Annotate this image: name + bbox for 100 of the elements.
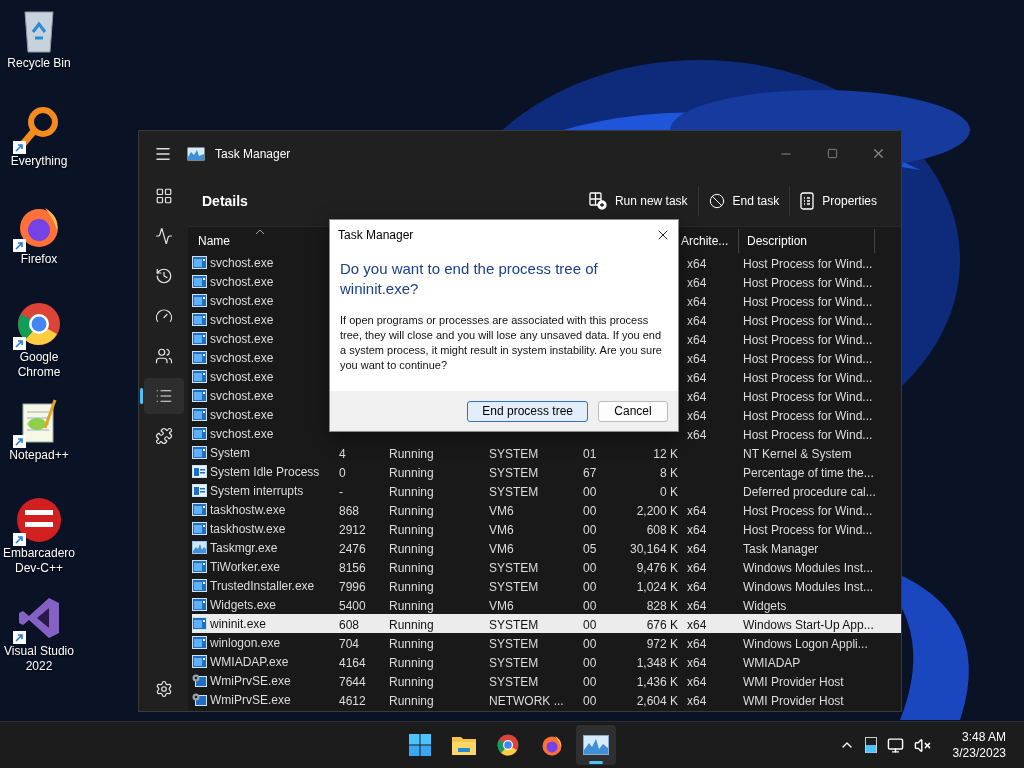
table-cell: - — [339, 484, 343, 499]
table-cell: 4164 — [339, 655, 366, 670]
window-title: Task Manager — [215, 146, 292, 161]
table-cell: Windows Logon Appli... — [743, 636, 868, 651]
table-cell: 1,436 K — [636, 674, 678, 689]
dialog-message: If open programs or processes are associated with this process tree, they will close and you will lose any unsaved data. If you end a system process, it might result in system instability. Are you sure you want to continue? — [340, 313, 663, 373]
table-cell: wininit.exe — [210, 616, 267, 631]
table-cell: 5400 — [339, 598, 366, 613]
table-cell: x64 — [687, 655, 707, 670]
table-cell: 00 — [583, 579, 597, 594]
table-cell: Host Process for Wind... — [743, 427, 873, 442]
table-cell: x64 — [687, 294, 707, 309]
table-cell: WmiPrvSE.exe — [210, 692, 291, 707]
table-cell: x64 — [687, 427, 707, 442]
table-cell: VM6 — [489, 541, 514, 556]
table-cell: taskhostw.exe — [210, 521, 286, 536]
table-cell: VM6 — [489, 522, 514, 537]
table-cell: svchost.exe — [210, 255, 274, 270]
table-cell: Running — [389, 560, 434, 575]
table-cell: Host Process for Wind... — [743, 522, 873, 537]
table-cell: svchost.exe — [210, 369, 274, 384]
table-cell: x64 — [687, 408, 707, 423]
table-cell: SYSTEM — [489, 579, 539, 594]
table-cell: SYSTEM — [489, 446, 539, 461]
table-cell: Host Process for Wind... — [743, 313, 873, 328]
table-cell: Task Manager — [743, 541, 819, 556]
table-cell: svchost.exe — [210, 331, 274, 346]
table-cell: 868 — [339, 503, 360, 518]
table-cell: SYSTEM — [489, 560, 539, 575]
table-cell: 0 — [339, 465, 346, 480]
table-cell: Running — [389, 693, 434, 708]
table-cell: 00 — [583, 522, 597, 537]
table-cell: Host Process for Wind... — [743, 389, 873, 404]
table-cell: SYSTEM — [489, 465, 539, 480]
table-cell: svchost.exe — [210, 293, 274, 308]
table-cell: 972 K — [646, 636, 678, 651]
table-cell: 1,348 K — [636, 655, 678, 670]
table-cell: WMIADAP — [743, 655, 801, 670]
table-cell: VM6 — [489, 598, 514, 613]
table-cell: Host Process for Wind... — [743, 503, 873, 518]
table-cell: 828 K — [646, 598, 678, 613]
table-cell: 30,164 K — [629, 541, 678, 556]
table-cell: 00 — [583, 636, 597, 651]
table-cell: 2476 — [339, 541, 366, 556]
table-cell: x64 — [687, 351, 707, 366]
table-cell: TiWorker.exe — [210, 559, 281, 574]
table-cell: Running — [389, 503, 434, 518]
table-cell: Host Process for Wind... — [743, 275, 873, 290]
table-cell: NETWORK ... — [489, 693, 564, 708]
table-cell: 4 — [339, 446, 346, 461]
table-cell: 2,604 K — [636, 693, 678, 708]
table-cell: Running — [389, 522, 434, 537]
table-cell: Running — [389, 484, 434, 499]
table-cell: 704 — [339, 636, 360, 651]
table-cell: x64 — [687, 541, 707, 556]
table-cell: x64 — [687, 674, 707, 689]
table-cell: Widgets — [743, 598, 787, 613]
table-cell: SYSTEM — [489, 636, 539, 651]
table-cell: SYSTEM — [489, 674, 539, 689]
table-cell: 01 — [583, 446, 597, 461]
table-cell: x64 — [687, 617, 707, 632]
table-cell: SYSTEM — [489, 655, 539, 670]
table-cell: Running — [389, 446, 434, 461]
table-cell: x64 — [687, 256, 707, 271]
table-cell: Taskmgr.exe — [210, 540, 278, 555]
table-cell: Running — [389, 541, 434, 556]
table-cell: svchost.exe — [210, 407, 274, 422]
table-cell: Running — [389, 674, 434, 689]
table-cell: 00 — [583, 484, 597, 499]
table-cell: Windows Modules Inst... — [743, 579, 874, 594]
table-cell: 8156 — [339, 560, 366, 575]
table-cell: x64 — [687, 560, 707, 575]
table-cell: 00 — [583, 693, 597, 708]
table-cell: WMIADAP.exe — [210, 654, 289, 669]
table-cell: 05 — [583, 541, 597, 556]
table-cell: 0 K — [660, 484, 678, 499]
table-cell: svchost.exe — [210, 312, 274, 327]
table-cell: svchost.exe — [210, 426, 274, 441]
table-cell: VM6 — [489, 503, 514, 518]
table-cell: 7996 — [339, 579, 366, 594]
table-cell: 9,476 K — [636, 560, 678, 575]
table-cell: x64 — [687, 693, 707, 708]
table-cell: 00 — [583, 560, 597, 575]
table-cell: Host Process for Wind... — [743, 351, 873, 366]
table-cell: WmiPrvSE.exe — [210, 673, 291, 688]
table-cell: 7644 — [339, 674, 366, 689]
table-cell: NT Kernel & System — [743, 446, 852, 461]
table-cell: 2912 — [339, 522, 366, 537]
table-cell: TrustedInstaller.exe — [210, 578, 315, 593]
table-cell: 12 K — [653, 446, 678, 461]
table-cell: x64 — [687, 579, 707, 594]
table-cell: 608 — [339, 617, 360, 632]
time-text: 3:48 AM — [961, 729, 1006, 745]
table-cell: Host Process for Wind... — [743, 294, 873, 309]
table-cell: Deferred procedure cal... — [743, 484, 876, 499]
table-cell: Running — [389, 579, 434, 594]
table-cell: x64 — [687, 332, 707, 347]
table-cell: 00 — [583, 598, 597, 613]
table-cell: winlogon.exe — [210, 635, 281, 650]
table-cell: 00 — [583, 503, 597, 518]
